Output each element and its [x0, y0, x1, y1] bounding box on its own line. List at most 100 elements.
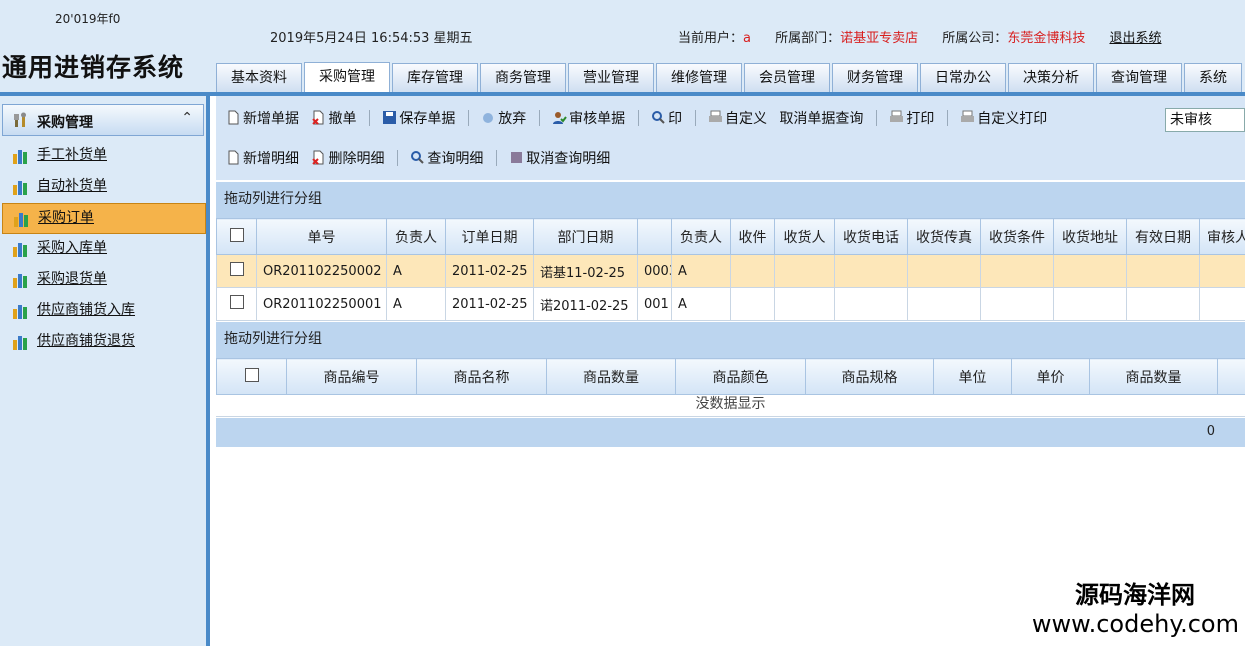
column-header[interactable]: 单号 — [256, 218, 387, 255]
toolbar-separator — [368, 110, 370, 126]
bar-chart-icon — [13, 181, 27, 195]
table-cell: A — [671, 254, 731, 288]
delete-icon — [312, 150, 324, 165]
app-title: 通用进销存系统 — [2, 53, 185, 82]
column-header[interactable] — [637, 218, 672, 255]
sidebar-item-supplier-consign-in[interactable]: 供应商铺货入库 — [2, 296, 206, 327]
column-header[interactable]: 商品编号 — [286, 358, 417, 395]
column-header[interactable]: 收货电话 — [834, 218, 908, 255]
tab-repair[interactable]: 维修管理 — [656, 63, 742, 92]
print-preview-button[interactable]: 印 — [651, 108, 682, 128]
table-cell — [1053, 254, 1127, 288]
tab-finance[interactable]: 财务管理 — [832, 63, 918, 92]
tab-business[interactable]: 商务管理 — [480, 63, 566, 92]
search-icon — [411, 151, 425, 164]
save-document-button[interactable]: 保存单据 — [382, 108, 455, 128]
sidebar-item-supplier-consign-return[interactable]: 供应商铺货退货 — [2, 327, 206, 358]
printer-icon — [890, 110, 904, 122]
row-checkbox[interactable] — [216, 287, 257, 321]
new-document-button[interactable]: 新增单据 — [226, 108, 299, 128]
status-select[interactable]: 未审核 — [1165, 108, 1245, 132]
column-header[interactable]: 商品数量 — [546, 358, 676, 395]
column-header[interactable]: 有效日期 — [1126, 218, 1200, 255]
toolbar-separator — [875, 110, 877, 126]
tab-member[interactable]: 会员管理 — [744, 63, 830, 92]
column-header[interactable]: 单位 — [933, 358, 1012, 395]
watermark-url: www.codehy.com — [1031, 610, 1239, 638]
column-header[interactable]: 负责人 — [671, 218, 731, 255]
delete-detail-button[interactable]: 删除明细 — [311, 148, 384, 168]
column-header[interactable]: 商品颜色 — [675, 358, 806, 395]
bar-chart-icon — [13, 243, 27, 257]
tab-analysis[interactable]: 决策分析 — [1008, 63, 1094, 92]
column-header[interactable]: 部门日期 — [533, 218, 638, 255]
add-detail-button[interactable]: 新增明细 — [226, 148, 299, 168]
toolbar-row-1: 新增单据 撤单 保存单据 放弃 审核单据 印 自定义 取消单据查询 打印 自定义… — [226, 108, 1055, 134]
select-all-checkbox[interactable] — [216, 358, 287, 395]
sidebar: 采购管理 ⌃ 手工补货单 自动补货单 采购订单 采购入库单 采购退货单 供应商铺… — [0, 96, 210, 646]
table-cell: 0003 — [637, 254, 672, 288]
cancel-query-detail-button[interactable]: 取消查询明细 — [509, 148, 610, 168]
tab-inventory[interactable]: 库存管理 — [392, 63, 478, 92]
group-by-hint: 拖动列进行分组 — [216, 322, 1245, 358]
column-header[interactable]: 商品名称 — [416, 358, 547, 395]
summary-quantity: 0 — [1206, 424, 1215, 439]
table-cell: 2011-02-25 — [445, 254, 534, 288]
tab-purchase[interactable]: 采购管理 — [304, 62, 390, 92]
discard-icon — [483, 113, 494, 123]
print-button[interactable]: 打印 — [889, 108, 934, 128]
column-header[interactable]: 负责人 — [386, 218, 446, 255]
column-header[interactable]: 商品规格 — [805, 358, 934, 395]
column-header[interactable]: 单价 — [1011, 358, 1090, 395]
approve-document-button[interactable]: 审核单据 — [552, 108, 625, 128]
tab-sales[interactable]: 营业管理 — [568, 63, 654, 92]
table-row[interactable]: OR201102250001 A 2011-02-25 诺2011-02-25 … — [216, 287, 1245, 321]
toolbar-separator — [946, 110, 948, 126]
custom-button[interactable]: 自定义 — [708, 108, 767, 128]
dept-value: 诺基亚专卖店 — [840, 31, 919, 46]
discard-button[interactable]: 放弃 — [481, 108, 526, 128]
table-cell — [834, 287, 908, 321]
column-header[interactable]: 收货地址 — [1053, 218, 1127, 255]
sidebar-item-purchase-inbound[interactable]: 采购入库单 — [2, 234, 206, 265]
save-icon — [383, 111, 397, 124]
sidebar-item-auto-restock[interactable]: 自动补货单 — [2, 172, 206, 203]
toolbar-separator — [637, 110, 639, 126]
table-cell: A — [671, 287, 731, 321]
query-detail-button[interactable]: 查询明细 — [410, 148, 483, 168]
bar-chart-icon — [14, 213, 28, 227]
column-header[interactable]: 收货传真 — [907, 218, 981, 255]
table-cell — [1199, 254, 1245, 288]
bar-chart-icon — [13, 274, 27, 288]
revoke-button[interactable]: 撤单 — [311, 108, 356, 128]
bar-chart-icon — [13, 305, 27, 319]
tab-system[interactable]: 系统 — [1184, 63, 1242, 92]
column-header[interactable]: 收件 — [730, 218, 775, 255]
sidebar-item-manual-restock[interactable]: 手工补货单 — [2, 141, 206, 172]
no-data-message: 没数据显示 — [216, 393, 1245, 417]
cancel-document-query-button[interactable]: 取消单据查询 — [779, 108, 863, 128]
toolbar-separator — [396, 150, 398, 166]
sidebar-header[interactable]: 采购管理 ⌃ — [2, 104, 204, 136]
table-cell — [730, 254, 775, 288]
column-header[interactable]: 审核人 — [1199, 218, 1245, 255]
tab-basic-info[interactable]: 基本资料 — [216, 63, 302, 92]
column-header[interactable]: 收货人 — [774, 218, 835, 255]
collapse-chevron-icon[interactable]: ⌃ — [181, 110, 193, 126]
custom-print-button[interactable]: 自定义打印 — [960, 108, 1047, 128]
tab-office[interactable]: 日常办公 — [920, 63, 1006, 92]
details-table: 商品编号 商品名称 商品数量 商品颜色 商品规格 单位 单价 商品数量 — [216, 358, 1245, 395]
logout-link[interactable]: 退出系统 — [1109, 31, 1161, 46]
sidebar-item-purchase-order[interactable]: 采购订单 — [2, 203, 206, 234]
table-row[interactable]: OR201102250002 A 2011-02-25 诺基11-02-25 0… — [216, 254, 1245, 288]
column-header[interactable]: 商品数量 — [1089, 358, 1218, 395]
row-checkbox[interactable] — [216, 254, 257, 288]
column-header[interactable]: 订单日期 — [445, 218, 534, 255]
column-header — [1217, 358, 1245, 395]
sidebar-item-purchase-return[interactable]: 采购退货单 — [2, 265, 206, 296]
tab-query[interactable]: 查询管理 — [1096, 63, 1182, 92]
column-header[interactable]: 收货条件 — [980, 218, 1054, 255]
toolbar-separator — [495, 150, 497, 166]
select-all-checkbox[interactable] — [216, 218, 257, 255]
sidebar-item-label: 采购退货单 — [37, 271, 107, 287]
